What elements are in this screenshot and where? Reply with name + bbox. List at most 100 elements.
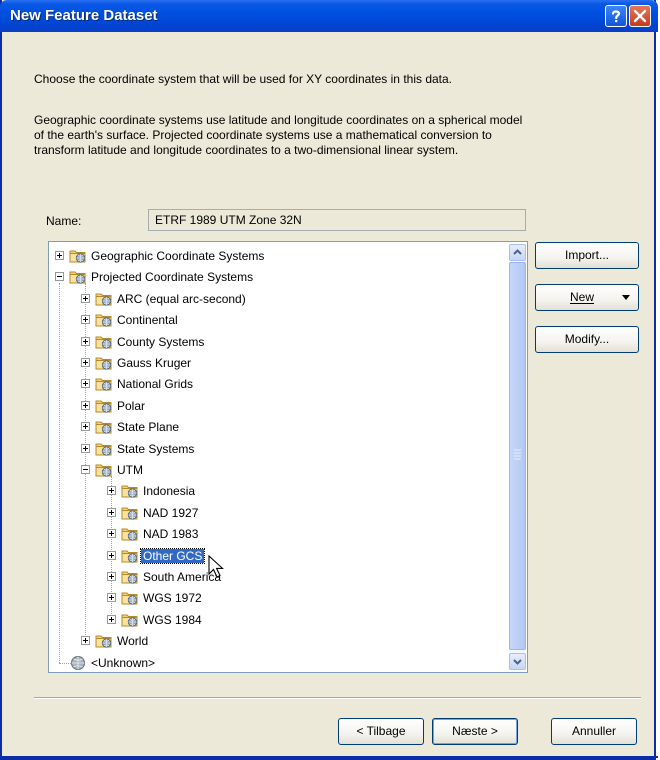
expand-icon[interactable]: [81, 400, 90, 410]
close-button[interactable]: [629, 5, 651, 27]
tree-item[interactable]: WGS 1972: [49, 588, 504, 608]
tree-item[interactable]: WGS 1984: [49, 610, 504, 630]
tree-item[interactable]: NAD 1927: [49, 503, 504, 523]
expand-icon[interactable]: [81, 315, 90, 325]
expand-icon[interactable]: [107, 550, 116, 560]
tree-item-label: Continental: [117, 313, 178, 328]
tree-item[interactable]: ARC (equal arc-second): [49, 289, 504, 309]
scroll-thumb[interactable]: [509, 262, 526, 650]
folder-globe-icon: [121, 526, 139, 542]
tree-item-label: County Systems: [117, 334, 205, 349]
back-button[interactable]: < Tilbage: [338, 718, 424, 745]
vertical-scrollbar[interactable]: [509, 244, 526, 670]
coordinate-system-tree[interactable]: Geographic Coordinate Systems Projected C…: [48, 241, 528, 673]
tree-item-label: WGS 1984: [143, 612, 202, 627]
import-button[interactable]: Import...: [535, 242, 639, 269]
folder-globe-icon: [121, 505, 139, 521]
folder-globe-icon: [95, 462, 113, 478]
collapse-icon[interactable]: [81, 465, 90, 474]
dialog-window: New Feature Dataset Choose the coordinat…: [0, 0, 658, 760]
name-field[interactable]: ETRF 1989 UTM Zone 32N: [148, 209, 526, 231]
mouse-cursor-icon: [208, 555, 224, 578]
folder-globe-icon: [121, 612, 139, 628]
folder-globe-icon: [95, 419, 113, 435]
instruction-text: Choose the coordinate system that will b…: [34, 72, 453, 86]
tree-item-label: <Unknown>: [91, 655, 156, 670]
folder-globe-icon: [95, 398, 113, 414]
folder-globe-icon: [95, 291, 113, 307]
tree-item-label: ARC (equal arc-second): [117, 291, 246, 306]
window-bottom-border: [2, 756, 658, 758]
expand-icon[interactable]: [107, 529, 116, 539]
expand-icon[interactable]: [107, 614, 116, 624]
folder-globe-icon: [95, 334, 113, 350]
title-bar[interactable]: New Feature Dataset: [0, 0, 658, 32]
expand-icon[interactable]: [107, 486, 116, 496]
expand-icon[interactable]: [81, 636, 90, 646]
folder-globe-icon: [95, 441, 113, 457]
description-line-2: of the earth's surface. Projected coordi…: [34, 128, 492, 142]
cancel-button[interactable]: Annuller: [551, 718, 637, 745]
next-button[interactable]: Næste >: [432, 718, 518, 745]
scroll-up-button[interactable]: [509, 244, 526, 261]
modify-button[interactable]: Modify...: [535, 326, 639, 353]
tree-item[interactable]: State Systems: [49, 439, 504, 459]
tree-item[interactable]: NAD 1983: [49, 524, 504, 544]
expand-icon[interactable]: [107, 572, 116, 581]
tree-item[interactable]: Continental: [49, 310, 504, 330]
dropdown-arrow-icon: [622, 295, 630, 300]
tree-item-label: Geographic Coordinate Systems: [91, 249, 265, 263]
scroll-down-button[interactable]: [509, 653, 526, 670]
tree-item[interactable]: UTM: [49, 460, 504, 480]
help-button[interactable]: [605, 5, 627, 27]
expand-icon[interactable]: [107, 593, 116, 603]
description-line-3: transform latitude and longitude coordin…: [34, 143, 459, 157]
expand-icon[interactable]: [81, 293, 90, 303]
name-label: Name:: [46, 214, 82, 228]
folder-globe-icon: [121, 569, 139, 585]
folder-globe-icon: [95, 633, 113, 649]
new-button[interactable]: New: [535, 284, 639, 311]
tree-item[interactable]: State Plane: [49, 417, 504, 437]
tree-item[interactable]: County Systems: [49, 332, 504, 352]
tree-item[interactable]: World: [49, 631, 504, 651]
tree-item-label: NAD 1983: [143, 527, 199, 542]
new-button-label: New: [570, 290, 595, 304]
tree-item[interactable]: Other GCS: [49, 546, 504, 566]
expand-icon[interactable]: [81, 336, 90, 346]
folder-globe-icon: [69, 269, 87, 285]
expand-icon[interactable]: [107, 507, 116, 517]
folder-globe-icon: [95, 376, 113, 392]
tree-item-label: World: [117, 634, 149, 649]
collapse-icon[interactable]: [55, 272, 64, 282]
close-icon: [633, 9, 647, 23]
folder-globe-icon: [121, 590, 139, 606]
tree-item[interactable]: Gauss Kruger: [49, 353, 504, 373]
tree-item-label: UTM: [117, 463, 143, 477]
folder-globe-icon: [121, 548, 139, 564]
expand-icon[interactable]: [81, 422, 90, 432]
expand-icon[interactable]: [81, 443, 90, 453]
tree-item-label: Gauss Kruger: [117, 356, 192, 370]
tree-item[interactable]: Indonesia: [49, 481, 504, 501]
tree-item[interactable]: Polar: [49, 396, 504, 416]
tree-item[interactable]: South America: [49, 567, 504, 587]
tree-item-label: Projected Coordinate Systems: [91, 270, 254, 285]
tree-item-label: Other GCS: [139, 547, 206, 564]
globe-icon: [69, 655, 87, 671]
expand-icon[interactable]: [55, 251, 64, 260]
tree-item[interactable]: Projected Coordinate Systems: [49, 267, 504, 287]
folder-globe-icon: [121, 483, 139, 499]
chevron-down-icon: [513, 659, 522, 665]
tree-item[interactable]: National Grids: [49, 374, 504, 394]
tree-item-label: State Systems: [117, 441, 195, 456]
tree-item-label: National Grids: [117, 377, 194, 392]
tree-item-label: Polar: [117, 398, 146, 413]
tree-item[interactable]: Geographic Coordinate Systems: [49, 246, 504, 266]
expand-icon[interactable]: [81, 379, 90, 389]
expand-icon[interactable]: [81, 358, 90, 367]
description-line-1: Geographic coordinate systems use latitu…: [34, 113, 523, 127]
footer-separator: [34, 697, 641, 699]
tree-item[interactable]: <Unknown>: [49, 653, 504, 672]
window-title: New Feature Dataset: [10, 7, 158, 24]
